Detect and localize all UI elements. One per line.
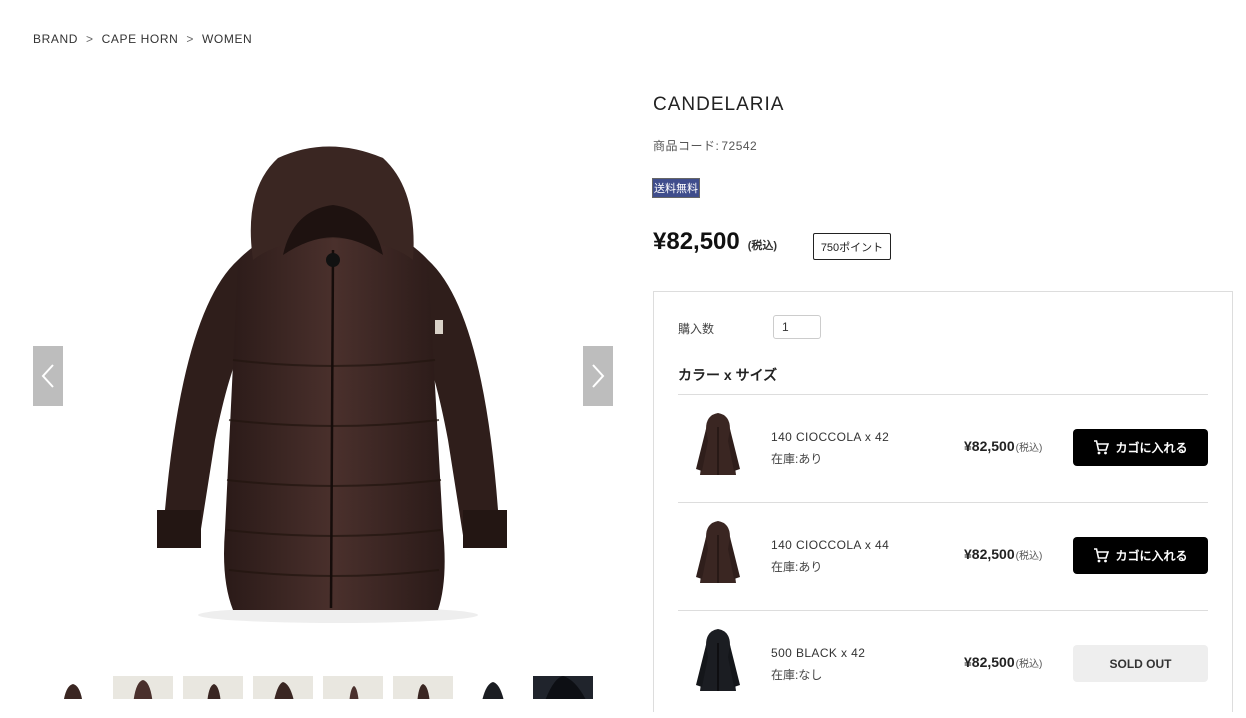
variant-thumbnail	[692, 519, 744, 591]
variant-thumbnail	[692, 411, 744, 483]
cart-icon	[1094, 548, 1110, 563]
variant-stock: 在庫:あり	[771, 560, 823, 574]
gallery-prev-button[interactable]	[33, 346, 63, 406]
variant-price-amount: ¥82,500	[964, 654, 1015, 670]
free-shipping-badge: 送料無料	[652, 178, 700, 198]
breadcrumb-item-cape-horn[interactable]: CAPE HORN	[102, 32, 179, 46]
thumbnail-strip	[33, 676, 613, 699]
variant-row: 500 BLACK x 42 在庫:なし ¥82,500(税込) SOLD OU…	[678, 610, 1208, 718]
variant-row: 140 CIOCCOLA x 44 在庫:あり ¥82,500(税込) カゴに入…	[678, 502, 1208, 610]
sold-out-button[interactable]: SOLD OUT	[1073, 645, 1208, 682]
purchase-panel: 購入数 カラー x サイズ 140 CIOCCOLA x 42 在庫:あり ¥8…	[653, 291, 1233, 712]
add-to-cart-button[interactable]: カゴに入れる	[1073, 537, 1208, 574]
variant-row: 140 CIOCCOLA x 42 在庫:あり ¥82,500(税込) カゴに入…	[678, 394, 1208, 502]
product-code: 商品コード: 72542	[653, 137, 757, 154]
variant-price-tax: (税込)	[1015, 659, 1043, 670]
variant-price-tax: (税込)	[1015, 551, 1043, 562]
variant-list: 140 CIOCCOLA x 42 在庫:あり ¥82,500(税込) カゴに入…	[678, 394, 1208, 718]
variant-price-amount: ¥82,500	[964, 546, 1015, 562]
product-main-image	[143, 110, 523, 630]
variant-price: ¥82,500(税込)	[964, 438, 1042, 454]
quantity-input[interactable]	[773, 315, 821, 339]
thumbnail[interactable]	[113, 676, 173, 699]
product-gallery	[33, 90, 613, 650]
variants-heading: カラー x サイズ	[678, 367, 778, 383]
price-amount: ¥82,500	[653, 228, 740, 255]
chevron-left-icon	[41, 364, 54, 388]
breadcrumb-separator: >	[186, 32, 194, 46]
thumbnail[interactable]	[253, 676, 313, 699]
thumbnail[interactable]	[323, 676, 383, 699]
product-price: ¥82,500 (税込)	[653, 228, 777, 256]
variant-price-tax: (税込)	[1015, 443, 1043, 454]
gallery-next-button[interactable]	[583, 346, 613, 406]
breadcrumb-item-women[interactable]: WOMEN	[202, 32, 252, 46]
variant-stock: 在庫:なし	[771, 668, 823, 682]
thumbnail[interactable]	[533, 676, 593, 699]
variant-price: ¥82,500(税込)	[964, 654, 1042, 670]
product-title: CANDELARIA	[653, 94, 785, 115]
variant-thumbnail	[692, 627, 744, 699]
thumbnail[interactable]	[463, 676, 523, 699]
add-to-cart-button[interactable]: カゴに入れる	[1073, 429, 1208, 466]
points-badge: 750ポイント	[813, 233, 891, 260]
breadcrumb: BRAND > CAPE HORN > WOMEN	[33, 32, 252, 46]
thumbnail[interactable]	[183, 676, 243, 699]
add-to-cart-label: カゴに入れる	[1115, 549, 1188, 563]
product-code-value: 72542	[721, 139, 758, 153]
add-to-cart-label: カゴに入れる	[1115, 441, 1188, 455]
breadcrumb-separator: >	[86, 32, 94, 46]
product-code-label: 商品コード:	[653, 139, 720, 153]
sold-out-label: SOLD OUT	[1109, 656, 1172, 671]
thumbnail[interactable]	[43, 676, 103, 699]
thumbnail[interactable]	[393, 676, 453, 699]
variant-price: ¥82,500(税込)	[964, 546, 1042, 562]
variant-name: 500 BLACK x 42	[771, 646, 866, 660]
breadcrumb-item-brand[interactable]: BRAND	[33, 32, 78, 46]
quantity-label: 購入数	[678, 322, 715, 336]
variant-price-amount: ¥82,500	[964, 438, 1015, 454]
variant-stock: 在庫:あり	[771, 452, 823, 466]
chevron-right-icon	[592, 364, 605, 388]
cart-icon	[1094, 440, 1110, 455]
variant-name: 140 CIOCCOLA x 42	[771, 430, 890, 444]
price-tax-note: (税込)	[747, 240, 778, 252]
variant-name: 140 CIOCCOLA x 44	[771, 538, 890, 552]
